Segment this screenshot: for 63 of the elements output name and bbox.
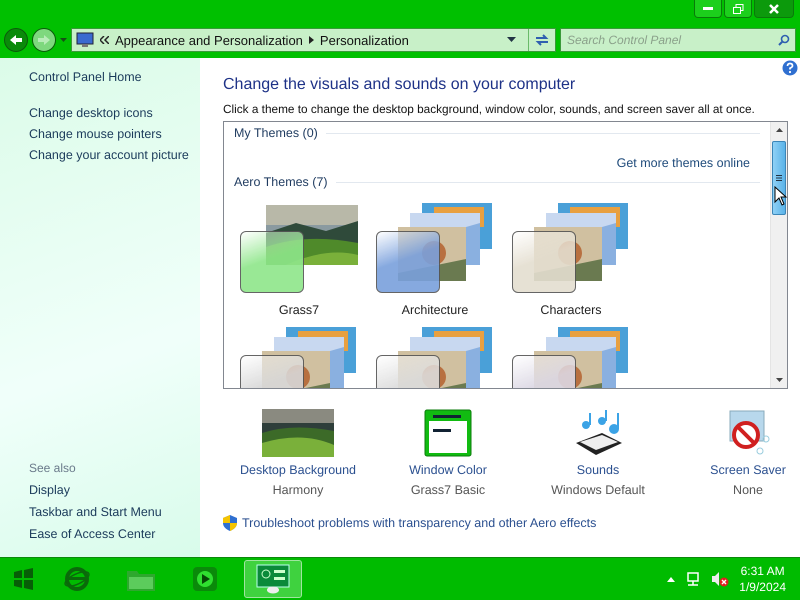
minimize-icon <box>703 7 713 10</box>
setting-value: Windows Default <box>551 483 645 497</box>
restore-icon <box>732 4 744 14</box>
sidebar-link[interactable]: Display <box>29 483 200 497</box>
scroll-down-icon[interactable] <box>776 378 782 382</box>
chevron-right-icon <box>308 36 314 44</box>
shield-icon <box>223 515 237 531</box>
see-also-heading: See also <box>29 461 77 475</box>
play-icon <box>192 566 218 592</box>
troubleshoot-link[interactable]: Troubleshoot problems with transparency and other Aero effects <box>242 516 596 530</box>
control-panel-icon <box>256 564 290 594</box>
dropdown-caret-icon[interactable] <box>507 37 516 43</box>
caret-up-icon[interactable] <box>667 576 676 582</box>
back-button[interactable] <box>4 28 28 52</box>
network-icon[interactable] <box>685 571 702 587</box>
theme-item[interactable]: Architecture <box>370 203 500 317</box>
theme-name: Characters <box>540 303 602 317</box>
restore-button[interactable] <box>724 0 752 18</box>
close-icon <box>769 4 779 14</box>
theme-name: Grass7 <box>278 303 320 317</box>
setting-link[interactable]: Sounds <box>576 463 620 477</box>
theme-item[interactable]: Grass7 <box>234 203 364 317</box>
close-button[interactable] <box>754 0 794 18</box>
sidebar-link[interactable]: Ease of Access Center <box>29 527 200 541</box>
page-heading: Change the visuals and sounds on your computer <box>223 76 576 94</box>
search-field[interactable]: Search Control Panel <box>560 28 796 52</box>
more-themes-link[interactable]: Get more themes online <box>616 156 750 170</box>
breadcrumb[interactable]: Appearance and Personalization <box>115 32 303 48</box>
monitor-icon <box>76 32 94 48</box>
scrollbar[interactable] <box>770 122 787 388</box>
scroll-up-icon[interactable] <box>776 128 782 132</box>
page-description: Click a theme to change the desktop background, window color, sounds, and screen saver all at once. <box>223 102 756 116</box>
theme-name: Architecture <box>402 303 468 317</box>
setting-link[interactable]: Desktop Background <box>240 463 356 477</box>
refresh-icon[interactable] <box>534 33 550 47</box>
sidebar-link[interactable]: Control Panel Home <box>29 70 200 84</box>
forward-arrow-icon <box>37 34 51 46</box>
double-chevron-icon <box>100 36 109 44</box>
search-icon <box>778 34 790 46</box>
sidebar-link[interactable]: Taskbar and Start Menu <box>29 505 200 519</box>
sidebar-link[interactable]: Change mouse pointers <box>29 127 200 141</box>
theme-item[interactable]: Characters <box>506 203 636 317</box>
mouse-pointer-icon <box>774 186 788 206</box>
setting-link[interactable]: Screen Saver <box>710 463 786 477</box>
browser-icon <box>63 565 91 593</box>
setting-value: Grass7 Basic <box>410 483 486 497</box>
grip-icon <box>776 175 782 181</box>
group-heading: Aero Themes (7) <box>234 175 328 189</box>
breadcrumb[interactable]: Personalization <box>320 32 409 48</box>
sidebar-link[interactable]: Change desktop icons <box>29 106 200 120</box>
setting-value: Harmony <box>272 483 324 497</box>
setting-value: None <box>733 483 763 497</box>
window-color-icon <box>424 409 472 457</box>
muted-speaker-icon[interactable] <box>711 571 730 587</box>
setting-link[interactable]: Window Color <box>409 463 487 477</box>
help-icon[interactable] <box>782 60 798 76</box>
back-arrow-icon <box>9 34 23 46</box>
forward-button[interactable] <box>32 28 56 52</box>
sidebar-link[interactable]: Change your account picture <box>29 148 200 162</box>
address-bar[interactable]: Appearance and Personalization Personalization <box>71 28 556 52</box>
taskbar-button[interactable] <box>244 560 302 598</box>
group-heading: My Themes (0) <box>234 126 318 140</box>
minimize-button[interactable] <box>694 0 722 18</box>
